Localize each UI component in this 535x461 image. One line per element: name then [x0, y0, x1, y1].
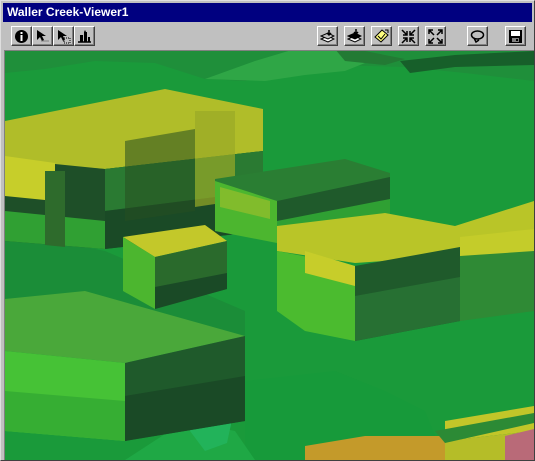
zoom-in-button[interactable]: [398, 26, 419, 46]
zoom-out-arrows-icon: [428, 29, 443, 44]
zoom-out-button[interactable]: [425, 26, 446, 46]
zoom-to-active-themes-button[interactable]: [344, 26, 365, 46]
rotate-view-button[interactable]: [467, 26, 488, 46]
info-tool-button[interactable]: [11, 26, 32, 46]
select-multiple-icon: [58, 30, 71, 44]
zoom-in-arrows-icon: [401, 29, 416, 44]
navigate-icon: [78, 30, 91, 43]
view-toolbar: [3, 23, 532, 49]
select-arrow-icon: [37, 30, 49, 42]
save-icon: [509, 30, 522, 43]
zoom-to-selected-button[interactable]: [371, 26, 392, 46]
layers-zoom-icon: [320, 30, 335, 43]
viewer-window: Waller Creek-Viewer1: [0, 0, 535, 461]
3d-scene: [5, 51, 534, 460]
zoom-to-themes-button[interactable]: [317, 26, 338, 46]
info-icon: [15, 30, 28, 43]
title-bar[interactable]: Waller Creek-Viewer1: [3, 3, 532, 22]
active-layers-zoom-icon: [347, 29, 362, 43]
select-multiple-tool-button[interactable]: [53, 26, 74, 46]
navigate-tool-button[interactable]: [74, 26, 95, 46]
select-tool-button[interactable]: [32, 26, 53, 46]
save-view-button[interactable]: [505, 26, 526, 46]
rotate-icon: [470, 30, 485, 44]
selected-zoom-icon: [374, 29, 389, 43]
3d-scene-viewport[interactable]: [4, 50, 534, 460]
window-title: Waller Creek-Viewer1: [7, 5, 129, 19]
